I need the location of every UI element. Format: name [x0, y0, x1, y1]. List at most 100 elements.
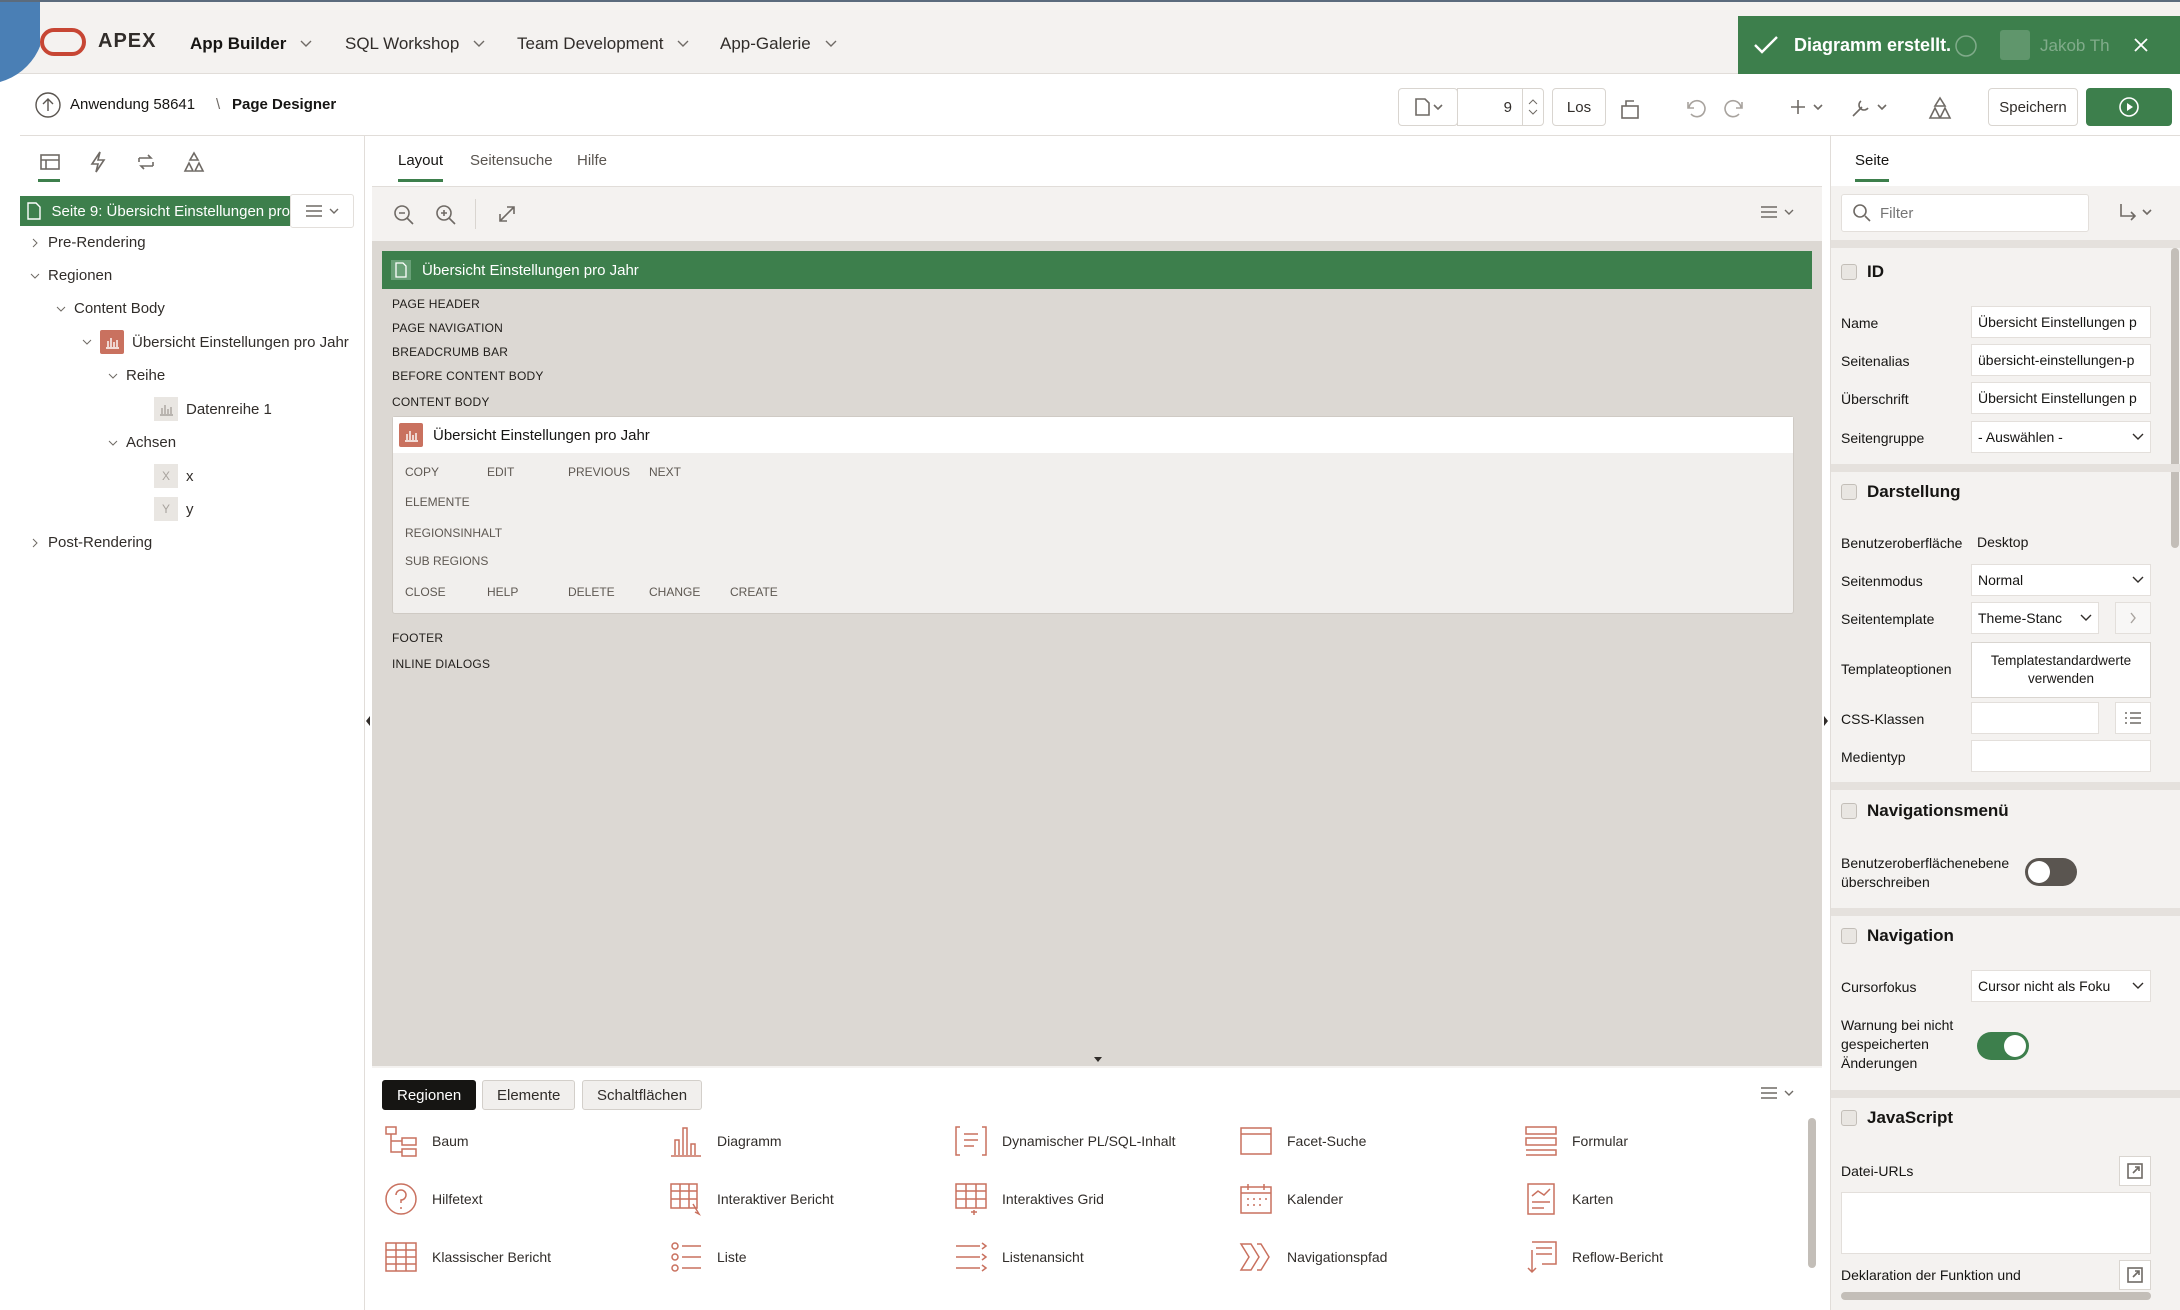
page-title-bar[interactable]: Übersicht Einstellungen pro Jahr [382, 251, 1812, 289]
button-position-edit[interactable]: EDIT [487, 465, 514, 479]
position-content-body[interactable]: CONTENT BODY [392, 395, 490, 409]
gallery-item-formular[interactable]: Formular [1524, 1124, 1628, 1158]
nav-sql-workshop[interactable]: SQL Workshop [345, 34, 485, 54]
go-to-group-icon[interactable] [2117, 202, 2157, 224]
position-sub-regions[interactable]: SUB REGIONS [405, 554, 488, 568]
page-number-stepper[interactable] [1522, 88, 1544, 126]
gallery-item-listenansicht[interactable]: Listenansicht [954, 1240, 1084, 1274]
button-position-delete[interactable]: DELETE [568, 585, 615, 599]
button-position-help[interactable]: HELP [487, 585, 518, 599]
tab-seite[interactable]: Seite [1855, 152, 1890, 182]
tree-item-axis-x[interactable]: X x [154, 464, 194, 488]
layout-canvas[interactable]: Übersicht Einstellungen pro Jahr PAGE HE… [372, 241, 1822, 1066]
rendering-tab-icon[interactable] [38, 150, 62, 174]
prop-cursor-select[interactable]: Cursor nicht als Foku [1971, 970, 2151, 1002]
utilities-wrench-icon[interactable] [1850, 96, 1894, 120]
gallery-item-interaktiver-bericht[interactable]: Interaktiver Bericht [669, 1182, 834, 1216]
processing-tab-icon[interactable] [134, 150, 158, 174]
right-splitter-handle[interactable] [1822, 714, 1830, 728]
dynamic-actions-tab-icon[interactable] [86, 150, 110, 174]
gallery-tab-schaltflaechen[interactable]: Schaltflächen [582, 1080, 703, 1110]
gallery-scrollbar[interactable] [1808, 1118, 1816, 1268]
tree-item-chart-region[interactable]: Übersicht Einstellungen pro Jahr [82, 330, 349, 354]
gallery-item-kalender[interactable]: Kalender [1239, 1182, 1343, 1216]
expand-icon[interactable] [496, 203, 518, 225]
position-breadcrumb-bar[interactable]: BREADCRUMB BAR [392, 345, 508, 359]
tree-item-post-rendering[interactable]: Post-Rendering [30, 534, 152, 551]
redo-icon[interactable] [1724, 96, 1748, 120]
gallery-item-navigationspfad[interactable]: Navigationspfad [1239, 1240, 1387, 1274]
section-navigationsmenue[interactable]: Navigationsmenü [1831, 801, 2180, 821]
region-title-bar[interactable]: Übersicht Einstellungen pro Jahr [393, 417, 1793, 453]
gallery-item-dynamic-plsql[interactable]: Dynamischer PL/SQL-Inhalt [954, 1124, 1176, 1158]
prop-css-field[interactable] [1971, 702, 2099, 734]
tree-item-content-body[interactable]: Content Body [56, 300, 165, 317]
button-position-previous[interactable]: PREVIOUS [568, 465, 630, 479]
page-node[interactable]: Seite 9: Übersicht Einstellungen pro [20, 196, 290, 226]
shared-components-tab-icon[interactable] [182, 150, 206, 174]
zoom-in-icon[interactable] [434, 203, 458, 227]
css-list-button[interactable] [2115, 702, 2151, 734]
fileurls-expand-button[interactable] [2119, 1156, 2151, 1186]
gallery-item-diagramm[interactable]: Diagramm [669, 1124, 782, 1158]
run-page-button[interactable] [2086, 88, 2172, 126]
undo-icon[interactable] [1682, 96, 1706, 120]
position-elemente[interactable]: ELEMENTE [405, 495, 470, 509]
gallery-item-facet-suche[interactable]: Facet-Suche [1239, 1124, 1366, 1158]
page-selector-button[interactable] [1398, 88, 1458, 126]
fileurls-textarea[interactable] [1841, 1192, 2151, 1254]
button-position-next[interactable]: NEXT [649, 465, 681, 479]
nav-app-builder[interactable]: App Builder [190, 34, 312, 54]
position-regionsinhalt[interactable]: REGIONSINHALT [405, 526, 502, 540]
go-button[interactable]: Los [1552, 88, 1606, 126]
prop-alias-field[interactable]: übersicht-einstellungen-p [1971, 344, 2151, 376]
gallery-item-klassischer-bericht[interactable]: Klassischer Bericht [384, 1240, 551, 1274]
button-position-close[interactable]: CLOSE [405, 585, 446, 599]
tree-item-datenreihe[interactable]: Datenreihe 1 [154, 397, 272, 421]
filter-field[interactable] [1841, 194, 2089, 232]
template-goto-button[interactable] [2115, 602, 2151, 634]
page-number-input[interactable]: 9 [1457, 88, 1523, 126]
button-position-copy[interactable]: COPY [405, 465, 439, 479]
gallery-item-liste[interactable]: Liste [669, 1240, 747, 1274]
button-position-change[interactable]: CHANGE [649, 585, 700, 599]
gallery-item-hilfetext[interactable]: Hilfetext [384, 1182, 483, 1216]
gallery-item-karten[interactable]: Karten [1524, 1182, 1613, 1216]
tree-item-regionen[interactable]: Regionen [30, 267, 112, 284]
shared-components-icon[interactable] [1926, 94, 1954, 122]
property-scrollbar[interactable] [2171, 248, 2179, 548]
prop-media-field[interactable] [1971, 740, 2151, 772]
oracle-logo-icon[interactable] [40, 28, 86, 56]
tab-seitensuche[interactable]: Seitensuche [470, 152, 553, 169]
gallery-item-interaktives-grid[interactable]: Interaktives Grid [954, 1182, 1104, 1216]
nav-app-gallery[interactable]: App-Galerie [720, 34, 837, 54]
section-id[interactable]: ID [1831, 262, 2180, 282]
gallery-tab-regionen[interactable]: Regionen [382, 1080, 477, 1110]
lock-icon[interactable] [1618, 96, 1644, 120]
tab-layout[interactable]: Layout [398, 152, 444, 182]
prop-template-select[interactable]: Theme-Stanc [1971, 602, 2099, 634]
gallery-item-baum[interactable]: Baum [384, 1124, 469, 1158]
tree-item-achsen[interactable]: Achsen [108, 434, 176, 451]
prop-heading-field[interactable]: Übersicht Einstellungen p [1971, 382, 2151, 414]
nav-team-development[interactable]: Team Development [517, 34, 689, 54]
override-toggle[interactable] [2025, 858, 2077, 886]
section-darstellung[interactable]: Darstellung [1831, 482, 2180, 502]
breadcrumb-app[interactable]: Anwendung 58641 [70, 96, 195, 113]
tree-menu-button[interactable] [290, 194, 354, 228]
button-position-create[interactable]: CREATE [730, 585, 778, 599]
section-navigation[interactable]: Navigation [1831, 926, 2180, 946]
filter-input[interactable] [1880, 204, 2070, 222]
prop-mode-select[interactable]: Normal [1971, 564, 2151, 596]
save-button[interactable]: Speichern [1988, 88, 2078, 126]
prop-name-field[interactable]: Übersicht Einstellungen p [1971, 306, 2151, 338]
gallery-menu-button[interactable] [1760, 1086, 1794, 1100]
warn-unsaved-toggle[interactable] [1977, 1032, 2029, 1060]
prop-tplopt-button[interactable]: Templatestandardwerte verwenden [1971, 642, 2151, 698]
horizontal-scrollbar[interactable] [1841, 1292, 2151, 1300]
decl-expand-button[interactable] [2119, 1260, 2151, 1290]
tree-item-axis-y[interactable]: Y y [154, 497, 194, 521]
add-dropdown-icon[interactable] [1790, 96, 1830, 120]
layout-menu-button[interactable] [1760, 205, 1794, 219]
position-page-navigation[interactable]: PAGE NAVIGATION [392, 321, 503, 335]
